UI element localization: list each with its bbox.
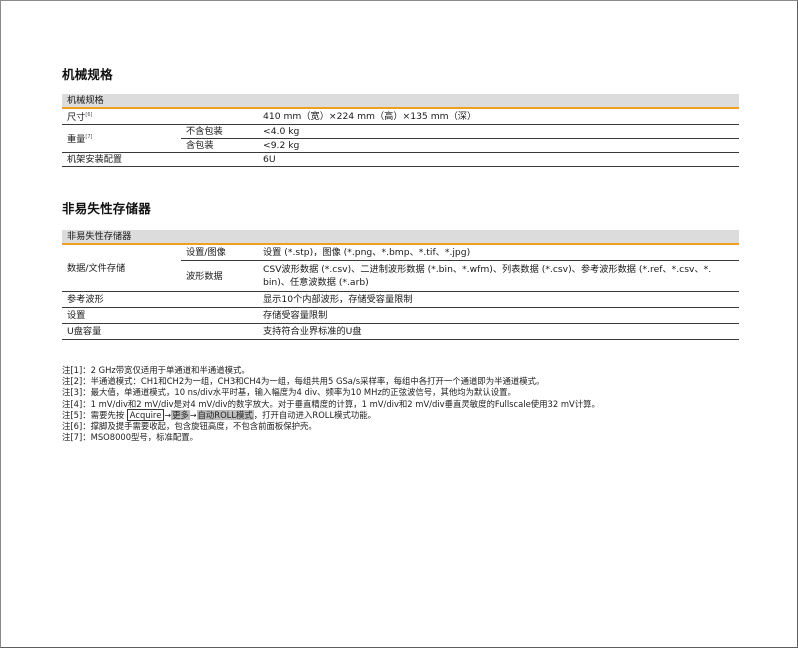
- storage-section-title: 非易失性存储器: [62, 201, 151, 216]
- storage-spec-table: 非易失性存储器 数据/文件存储 设置/图像 设置 (*.stp)，图像 (*.p…: [62, 230, 739, 340]
- footnote-5: 注[5]：需要先按 Acquire →更多→自动ROLL模式，打开自动进入ROLL…: [62, 408, 377, 421]
- usb-value: 支持符合业界标准的U盘: [258, 323, 739, 340]
- weight-pkg-value: <9.2 kg: [258, 138, 739, 154]
- footnote-1: 注[1]：2 GHz带宽仅适用于单通道和半通道模式。: [62, 365, 250, 375]
- table-row: 机架安装配置 6U: [62, 152, 739, 168]
- table-row: 重量[7] 不含包装 <4.0 kg: [62, 124, 739, 154]
- setup-label: 设置: [62, 307, 258, 324]
- footnote-2: 注[2]：半通道模式：CH1和CH2为一组，CH3和CH4为一组，每组共用5 G…: [62, 376, 545, 387]
- auto-roll-softkey: 自动ROLL模式: [196, 409, 254, 420]
- more-softkey: 更多: [171, 409, 190, 420]
- footnote-7: 注[7]：MSO8000型号，标准配置。: [62, 432, 199, 443]
- data-file-label: 数据/文件存储: [62, 244, 181, 292]
- table-row: 参考波形 显示10个内部波形，存储受容量限制: [62, 291, 739, 308]
- footnote-6: 注[6]：撑脚及提手需要收起，包含旋钮高度，不包含前面板保护壳。: [62, 421, 317, 432]
- table-row: U盘容量 支持符合业界标准的U盘: [62, 323, 739, 340]
- rack-label: 机架安装配置: [62, 152, 258, 168]
- table-row: 数据/文件存储 设置/图像 设置 (*.stp)，图像 (*.png、*.bmp…: [62, 244, 739, 292]
- waveform-data-line-2: bin)、任意波数据 (*.arb): [263, 277, 369, 288]
- size-value: 410 mm（宽）×224 mm（高）×135 mm（深）: [258, 108, 739, 126]
- footnotes: 注[1]：2 GHz带宽仅适用于单通道和半通道模式。 注[2]：半通道模式：CH…: [62, 365, 600, 443]
- waveform-data-value: CSV波形数据 (*.csv)、二进制波形数据 (*.bin、*.wfm)、列表…: [258, 260, 739, 292]
- weight-no-pkg-label: 不含包装: [181, 124, 258, 140]
- weight-no-pkg-value: <4.0 kg: [258, 124, 739, 140]
- weight-footnote: [7]: [85, 134, 93, 141]
- weight-pkg-label: 含包装: [181, 138, 258, 154]
- mech-section-title: 机械规格: [62, 67, 113, 82]
- waveform-data-label: 波形数据: [181, 260, 258, 292]
- storage-table-header: 非易失性存储器: [62, 230, 739, 245]
- size-footnote: [6]: [85, 112, 93, 118]
- size-label: 尺寸[6]: [62, 108, 258, 126]
- acquire-key: Acquire: [126, 408, 165, 421]
- storage-table-head-label: 非易失性存储器: [62, 230, 739, 245]
- rack-value: 6U: [258, 152, 739, 168]
- ref-wave-value: 显示10个内部波形，存储受容量限制: [258, 291, 739, 308]
- weight-label: 重量[7]: [62, 124, 181, 154]
- setup-image-label: 设置/图像: [181, 244, 258, 261]
- table-row: 设置 存储受容量限制: [62, 307, 739, 324]
- table-row: 尺寸[6] 410 mm（宽）×224 mm（高）×135 mm（深）: [62, 108, 739, 126]
- mech-table-header: 机械规格: [62, 94, 739, 109]
- footnote-3: 注[3]：最大值，单通道模式，10 ns/div水平时基，输入幅度为4 div、…: [62, 387, 516, 398]
- setup-image-value: 设置 (*.stp)，图像 (*.png、*.bmp、*.tif、*.jpg): [258, 244, 739, 261]
- setup-value: 存储受容量限制: [258, 307, 739, 324]
- mech-table-head-label: 机械规格: [62, 94, 739, 109]
- arrow-right-icon: →: [189, 410, 197, 420]
- waveform-data-line-1: CSV波形数据 (*.csv)、二进制波形数据 (*.bin、*.wfm)、列表…: [263, 264, 712, 275]
- usb-label: U盘容量: [62, 323, 258, 340]
- mech-spec-table: 机械规格 尺寸[6] 410 mm（宽）×224 mm（高）×135 mm（深）…: [62, 94, 739, 168]
- ref-wave-label: 参考波形: [62, 291, 258, 308]
